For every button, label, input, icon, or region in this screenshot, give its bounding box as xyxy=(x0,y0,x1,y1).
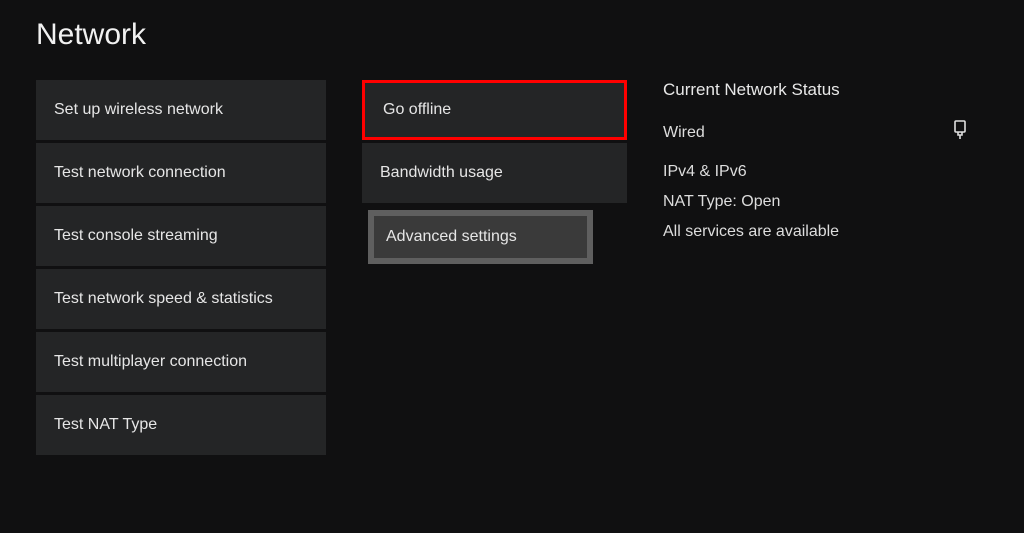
advanced-settings-button[interactable]: Advanced settings xyxy=(368,210,593,264)
status-panel: Current Network Status Wired IPv4 & IPv6… xyxy=(663,80,988,253)
connection-type-label: Wired xyxy=(663,124,705,142)
content-area: Set up wireless network Test network con… xyxy=(36,80,988,455)
ip-stack-label: IPv4 & IPv6 xyxy=(663,163,988,181)
test-connection-button[interactable]: Test network connection xyxy=(36,143,326,203)
ethernet-icon xyxy=(952,120,968,145)
bandwidth-usage-button[interactable]: Bandwidth usage xyxy=(362,143,627,203)
status-heading: Current Network Status xyxy=(663,80,988,100)
test-multiplayer-button[interactable]: Test multiplayer connection xyxy=(36,332,326,392)
test-streaming-button[interactable]: Test console streaming xyxy=(36,206,326,266)
middle-column: Go offline Bandwidth usage Advanced sett… xyxy=(362,80,627,264)
services-status-label: All services are available xyxy=(663,223,988,241)
setup-wireless-button[interactable]: Set up wireless network xyxy=(36,80,326,140)
go-offline-button[interactable]: Go offline xyxy=(362,80,627,140)
test-speed-button[interactable]: Test network speed & statistics xyxy=(36,269,326,329)
test-nat-button[interactable]: Test NAT Type xyxy=(36,395,326,455)
left-column: Set up wireless network Test network con… xyxy=(36,80,326,455)
page-title: Network xyxy=(36,18,988,52)
nat-type-label: NAT Type: Open xyxy=(663,193,988,211)
